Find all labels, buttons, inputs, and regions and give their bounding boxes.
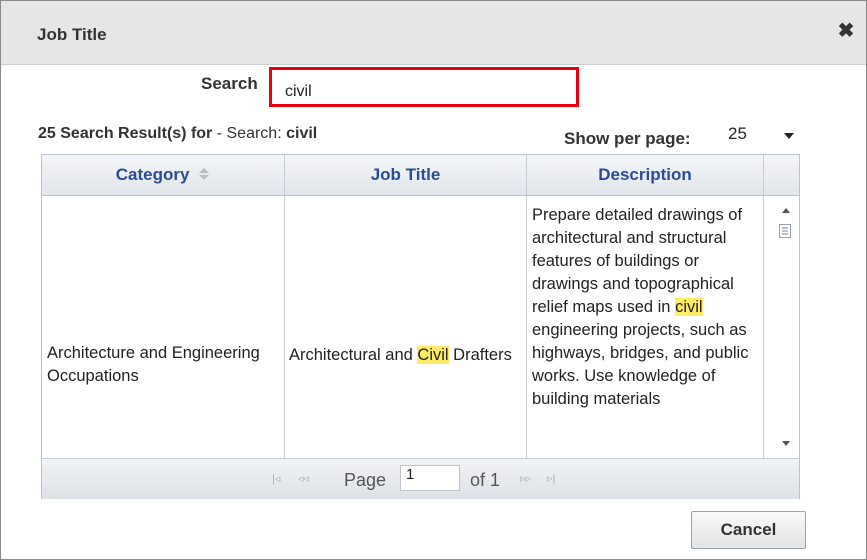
grid-header: Category Job Title Description xyxy=(42,155,799,196)
column-header-description[interactable]: Description xyxy=(527,155,764,195)
per-page-select[interactable]: 25 xyxy=(720,121,800,151)
results-separator: - xyxy=(212,125,227,142)
page-total: of 1 xyxy=(470,470,501,490)
description-scrollbar[interactable] xyxy=(773,196,799,458)
dialog-title: Job Title xyxy=(37,25,107,44)
results-count: 25 Search Result(s) for xyxy=(38,125,213,142)
job-title-dialog: Job Title ✖ Search 25 Search Result(s) f… xyxy=(0,0,867,560)
page-number-input[interactable] xyxy=(400,465,460,491)
description-text-end: engineering projects, such as highways, … xyxy=(532,321,749,408)
results-query: civil xyxy=(286,125,318,142)
scroll-up-icon[interactable] xyxy=(782,208,790,213)
dialog-titlebar: Job Title ✖ xyxy=(1,1,866,65)
search-label: Search xyxy=(201,74,258,93)
column-header-label: Category xyxy=(115,165,190,184)
description-match: civil xyxy=(675,298,703,316)
description-text: Prepare detailed drawings of architectur… xyxy=(532,206,743,316)
chevron-down-icon xyxy=(784,133,794,139)
job-title-text: Architectural and xyxy=(289,346,418,364)
cancel-button[interactable]: Cancel xyxy=(691,511,806,549)
column-header-label: Description xyxy=(598,165,692,184)
job-title-text-end: Drafters xyxy=(448,346,512,364)
job-title-cell: Architectural and Civil Drafters xyxy=(285,196,527,458)
next-page-icon[interactable]: ▹▹ xyxy=(520,472,531,485)
results-grid: Category Job Title Description Architect… xyxy=(41,154,800,499)
category-cell: Architecture and Engineering Occupations xyxy=(42,196,285,458)
close-icon[interactable]: ✖ xyxy=(836,21,856,41)
scroll-down-icon[interactable] xyxy=(782,441,790,446)
search-input[interactable] xyxy=(269,67,579,107)
per-page-label: Show per page: xyxy=(564,129,691,148)
results-summary: 25 Search Result(s) for - Search: civil xyxy=(38,125,317,143)
column-header-label: Job Title xyxy=(370,165,441,184)
sort-icon xyxy=(199,167,210,180)
results-query-prefix: Search: xyxy=(226,125,282,142)
per-page-value: 25 xyxy=(728,124,747,143)
page-label: Page xyxy=(344,470,387,490)
description-cell: Prepare detailed drawings of architectur… xyxy=(527,196,764,458)
table-row[interactable]: Architecture and Engineering Occupations… xyxy=(42,196,799,458)
prev-page-icon[interactable]: ◃◃ xyxy=(298,472,309,485)
column-header-category[interactable]: Category xyxy=(42,155,285,195)
column-header-job-title[interactable]: Job Title xyxy=(285,155,527,195)
first-page-icon[interactable]: |◃ xyxy=(272,472,280,485)
scroll-thumb-icon[interactable] xyxy=(777,224,793,238)
pager: |◃ ◃◃ Page of 1 ▹▹ ▹| xyxy=(42,458,799,499)
job-title-match: Civil xyxy=(417,346,449,364)
last-page-icon[interactable]: ▹| xyxy=(547,472,555,485)
